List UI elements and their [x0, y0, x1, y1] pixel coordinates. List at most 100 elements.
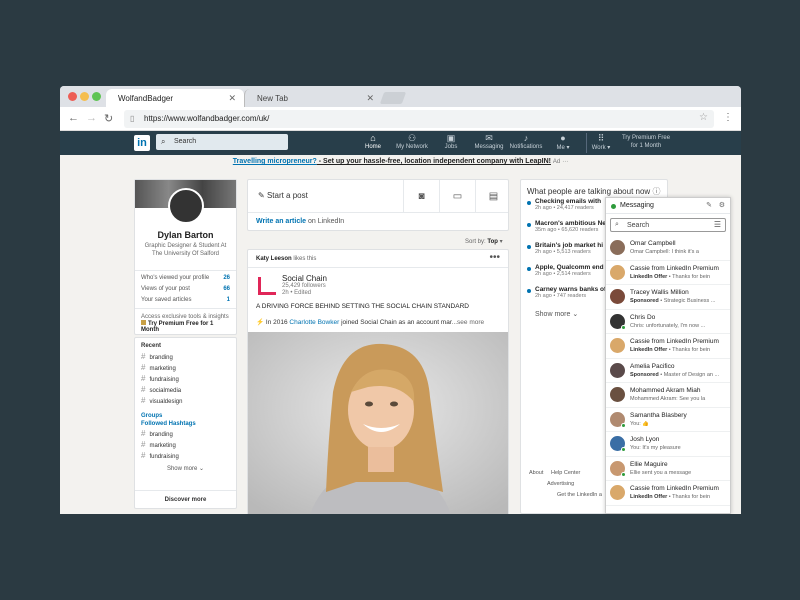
preview-text: Chris: unfortunately, I'm now ...: [630, 322, 706, 329]
sort-by-control[interactable]: Sort by: Top ▾: [465, 238, 503, 245]
tab-new-tab[interactable]: New Tab ✕: [244, 89, 382, 107]
see-more-link[interactable]: ...see more: [452, 319, 485, 326]
footer-help-link[interactable]: Help Center: [551, 470, 580, 476]
conversation-name: Ellie Maguire: [630, 460, 668, 468]
conversation-preview: Omar Campbell: I think it's a: [630, 249, 730, 255]
nav-me[interactable]: ● Me ▾: [544, 133, 582, 151]
conversation-preview: You: It's my pleasure: [630, 445, 730, 451]
close-tab-icon[interactable]: ✕: [366, 93, 374, 104]
try-premium-link[interactable]: Try Premium Free for 1 Month: [618, 134, 674, 150]
new-tab-button[interactable]: [379, 92, 407, 104]
gear-icon[interactable]: ⚙: [719, 201, 725, 209]
discover-more-button[interactable]: Discover more: [135, 490, 236, 508]
mention-link[interactable]: Charlotte Bowker: [289, 319, 339, 326]
write-article-link[interactable]: Write an article: [256, 218, 306, 225]
conversation-tag: Sponsored: [630, 371, 659, 378]
footer-about-link[interactable]: About: [529, 470, 543, 476]
recent-tag[interactable]: # fundraising: [135, 374, 236, 385]
reload-icon[interactable]: ↻: [104, 112, 113, 125]
messaging-search-input[interactable]: ⌕ Search ☰: [610, 218, 726, 232]
minimize-window-button[interactable]: [80, 92, 89, 101]
avatar: [610, 289, 625, 304]
conversation-item[interactable]: Cassie from LinkedIn Premium LinkedIn Off…: [606, 261, 730, 285]
bookmark-star-icon[interactable]: ☆: [699, 112, 708, 123]
premium-icon: [141, 320, 146, 325]
tab-wolfandbadger[interactable]: WolfandBadger ✕: [106, 89, 244, 107]
recent-tag[interactable]: # visualdesign: [135, 396, 236, 407]
company-logo[interactable]: [258, 277, 276, 295]
url-field[interactable]: ▯ https://www.wolfandbadger.com/uk/ ☆: [124, 110, 714, 128]
liker-name[interactable]: Katy Leeson: [256, 256, 292, 262]
conversation-item[interactable]: Cassie from LinkedIn Premium LinkedIn Off…: [606, 334, 730, 359]
sort-label: Sort by:: [465, 239, 486, 245]
messaging-header[interactable]: Messaging ✎ ⚙: [606, 198, 730, 214]
conversation-name: Cassie from LinkedIn Premium: [630, 338, 719, 345]
maximize-window-button[interactable]: [92, 92, 101, 101]
recent-tag[interactable]: # marketing: [135, 363, 236, 374]
document-icon[interactable]: ▤: [475, 180, 511, 213]
followed-tag[interactable]: # branding: [135, 429, 236, 440]
start-post-button[interactable]: ✎ Start a post: [258, 191, 308, 200]
stat-row[interactable]: Your saved articles 1: [141, 297, 230, 308]
footer-advertising-link[interactable]: Advertising: [547, 481, 574, 487]
follower-count: 25,429 followers: [282, 283, 326, 289]
write-article-row[interactable]: Write an article on LinkedIn: [256, 218, 344, 225]
stat-row[interactable]: Views of your post 66: [141, 286, 230, 297]
back-arrow-icon[interactable]: ←: [68, 112, 79, 124]
close-window-button[interactable]: [68, 92, 77, 101]
conversation-preview: LinkedIn Offer • Thanks for bein: [630, 494, 711, 500]
footer-app-link[interactable]: Get the LinkedIn a: [557, 492, 602, 498]
followed-tag[interactable]: # fundraising: [135, 451, 236, 462]
conversation-item[interactable]: Josh Lyon You: It's my pleasure: [606, 432, 730, 457]
url-text: https://www.wolfandbadger.com/uk/: [144, 114, 270, 123]
promo-link[interactable]: Travelling micropreneur?: [233, 158, 317, 165]
conversation-item[interactable]: Mohammed Akram Miah Mohammed Akram: See y…: [606, 383, 730, 408]
compose-icon[interactable]: ✎: [706, 201, 712, 209]
nav-work[interactable]: ⠿ Work ▾: [582, 133, 620, 151]
conversation-item[interactable]: Tracey Wallis Million Sponsored • Strateg…: [606, 285, 730, 310]
conversation-preview: Sponsored • Master of Design an ...: [630, 371, 720, 378]
promo-text[interactable]: - Set up your hassle-free, location inde…: [317, 158, 551, 165]
body-text: ⚡ In 2016: [256, 319, 290, 326]
avatar: [610, 313, 626, 330]
close-tab-icon[interactable]: ✕: [228, 93, 236, 104]
stat-row[interactable]: Who's viewed your profile 26: [141, 275, 230, 286]
browser-menu-icon[interactable]: ⋮: [723, 112, 733, 123]
nav-home[interactable]: ⌂ Home: [354, 133, 392, 150]
briefcase-icon: ▣: [446, 133, 456, 143]
conversation-item[interactable]: Chris Do Chris: unfortunately, I'm now ..…: [606, 310, 730, 334]
camera-icon[interactable]: ◙: [403, 180, 439, 213]
company-name[interactable]: Social Chain: [282, 274, 327, 283]
stat-label: Views of your post: [141, 286, 190, 292]
groups-link[interactable]: Groups: [135, 407, 236, 419]
followed-hashtags-link[interactable]: Followed Hashtags: [135, 418, 236, 429]
conversation-item[interactable]: Ellie Maguire Ellie sent you a message: [606, 457, 730, 481]
company-meta: 25,429 followers 2h • Edited: [282, 283, 326, 297]
nav-messaging[interactable]: ✉ Messaging: [470, 133, 508, 150]
recent-tag[interactable]: # socialmedia: [135, 385, 236, 396]
stat-value: 26: [223, 275, 230, 281]
search-input[interactable]: ⌕ Search: [156, 134, 288, 150]
premium-promo[interactable]: Access exclusive tools & insights Try Pr…: [135, 308, 236, 333]
forward-arrow-icon[interactable]: →: [86, 112, 97, 124]
nav-notifications[interactable]: ♪ Notifications: [507, 133, 545, 150]
conversation-item[interactable]: Cassie from LinkedIn Premium LinkedIn Off…: [606, 481, 730, 506]
recent-tag[interactable]: # branding: [135, 352, 236, 363]
conversation-item[interactable]: Samantha Blasbery You: 👍: [606, 408, 730, 432]
post-menu-icon[interactable]: •••: [489, 252, 500, 263]
followed-tag[interactable]: # marketing: [135, 440, 236, 451]
filter-icon[interactable]: ☰: [714, 220, 721, 229]
post-image[interactable]: [248, 332, 508, 514]
info-icon[interactable]: ⓘ: [652, 187, 660, 196]
conversation-item[interactable]: Amelia Pacifico Sponsored • Master of Des…: [606, 359, 730, 383]
promo-menu-icon[interactable]: ···: [562, 159, 568, 165]
linkedin-logo[interactable]: in: [134, 135, 150, 151]
nav-my-network[interactable]: ⚇ My Network: [393, 133, 431, 150]
show-more-button[interactable]: Show more ⌄: [135, 462, 236, 476]
avatar: [610, 460, 626, 477]
profile-name[interactable]: Dylan Barton: [135, 230, 236, 240]
nav-jobs[interactable]: ▣ Jobs: [432, 133, 470, 150]
profile-avatar[interactable]: [168, 188, 204, 224]
video-icon[interactable]: ▭: [439, 180, 475, 213]
conversation-item[interactable]: Omar Campbell Omar Campbell: I think it's…: [606, 236, 730, 261]
